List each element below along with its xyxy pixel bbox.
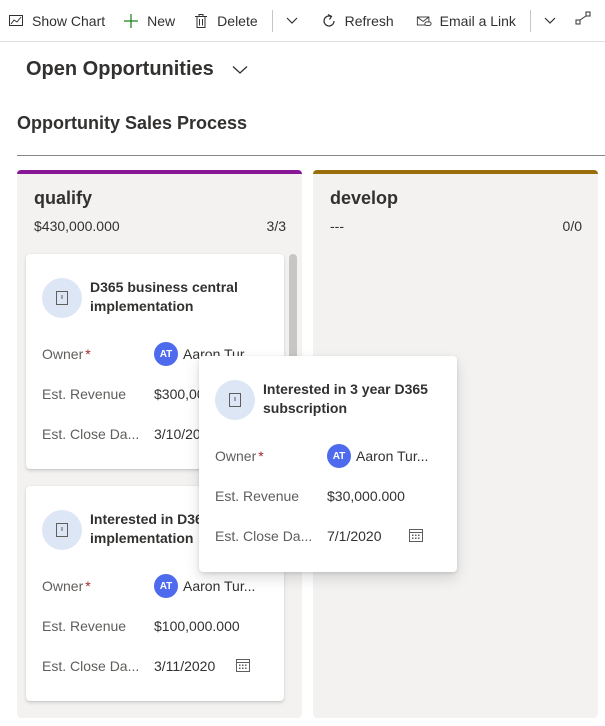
email-link-icon	[416, 13, 432, 29]
flow-icon	[575, 10, 591, 31]
stage-count: 3/3	[266, 218, 286, 234]
owner-value[interactable]: AT Aaron Tur...	[154, 574, 255, 598]
est-revenue-label: Est. Revenue	[42, 386, 127, 402]
opportunity-card-dragging[interactable]: Interested in 3 year D365 subscription O…	[199, 356, 457, 572]
email-link-button[interactable]: Email a Link	[404, 0, 526, 42]
toolbar-divider	[529, 9, 531, 32]
est-revenue-label: Est. Revenue	[42, 618, 127, 634]
email-link-label: Email a Link	[439, 12, 516, 29]
stage-color-bar	[313, 170, 598, 174]
avatar: AT	[327, 444, 351, 468]
owner-label: Owner *	[42, 578, 91, 594]
refresh-button[interactable]: Refresh	[307, 0, 404, 42]
est-close-value: 7/1/2020	[327, 528, 382, 544]
stage-name: qualify	[34, 188, 93, 208]
owner-label: Owner *	[215, 448, 264, 464]
avatar: AT	[154, 574, 178, 598]
opportunity-icon	[215, 380, 255, 420]
chevron-down-icon	[232, 65, 248, 75]
stage-amount: ---	[330, 218, 344, 234]
est-close-label: Est. Close Da...	[215, 528, 313, 544]
est-revenue-value: $30,000.000	[327, 488, 405, 504]
stage-amount: $430,000.000	[34, 218, 120, 234]
toolbar-divider	[271, 9, 273, 32]
stage-count: 0/0	[562, 218, 582, 234]
plus-icon	[123, 13, 139, 29]
command-bar: Show Chart New Delete Refresh Email a Li…	[0, 0, 605, 42]
new-label: New	[147, 12, 176, 29]
est-close-label: Est. Close Da...	[42, 426, 140, 442]
new-button[interactable]: New	[115, 0, 185, 42]
show-chart-label: Show Chart	[32, 12, 106, 29]
chevron-down-icon	[544, 12, 556, 30]
trash-icon	[193, 13, 209, 29]
flow-button[interactable]	[565, 0, 601, 42]
card-title[interactable]: D365 business central implementation	[90, 278, 280, 316]
refresh-icon	[321, 13, 337, 29]
calendar-icon[interactable]	[408, 527, 424, 543]
stage-color-bar	[17, 170, 302, 174]
owner-name: Aaron Tur...	[183, 578, 256, 594]
calendar-icon[interactable]	[235, 657, 251, 673]
process-title: Opportunity Sales Process	[17, 113, 248, 133]
chevron-down-icon	[286, 12, 298, 30]
opportunity-icon	[42, 510, 82, 550]
refresh-label: Refresh	[344, 12, 394, 29]
est-close-value: 3/10/20	[154, 426, 201, 442]
est-close-label: Est. Close Da...	[42, 658, 140, 674]
stage-name: develop	[330, 188, 399, 208]
opportunity-icon	[42, 278, 82, 318]
est-revenue-value: $100,000.000	[154, 618, 240, 634]
avatar: AT	[154, 342, 178, 366]
chart-icon	[8, 13, 24, 29]
view-selector[interactable]: Open Opportunities	[26, 58, 248, 81]
est-revenue-label: Est. Revenue	[215, 488, 300, 504]
show-chart-button[interactable]: Show Chart	[0, 0, 115, 42]
owner-value[interactable]: AT Aaron Tur...	[327, 444, 428, 468]
est-close-value: 3/11/2020	[154, 658, 216, 674]
card-title[interactable]: Interested in 3 year D365 subscription	[263, 380, 453, 418]
delete-button[interactable]: Delete	[185, 0, 267, 42]
view-title: Open Opportunities	[26, 58, 214, 80]
est-revenue-value: $300,00	[154, 386, 205, 402]
more-delete-chevron[interactable]	[277, 0, 307, 42]
delete-label: Delete	[217, 12, 258, 29]
more-commands-chevron[interactable]	[535, 0, 565, 42]
owner-name: Aaron Tur...	[356, 448, 429, 464]
owner-label: Owner *	[42, 346, 91, 362]
divider	[17, 155, 605, 156]
